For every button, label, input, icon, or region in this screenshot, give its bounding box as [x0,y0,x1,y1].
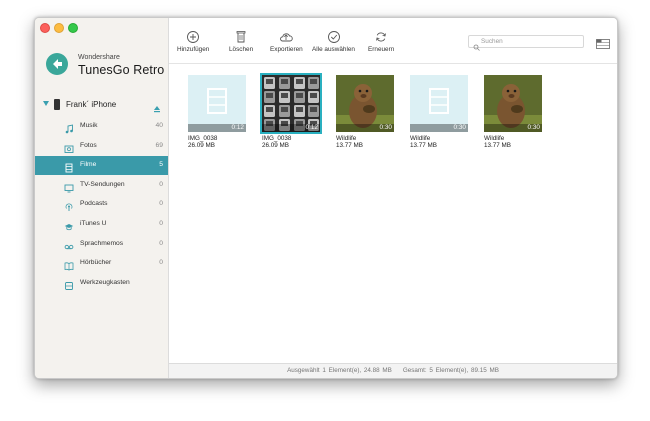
sidebar-item-count: 0 [159,200,163,208]
video-thumbnail[interactable]: 0:12 [188,75,246,132]
sidebar-item-count: 5 [159,161,163,169]
sidebar-item-count: 0 [159,259,163,267]
tunesgo-logo-icon [46,53,68,75]
sidebar-item-tv-sendungen[interactable]: TV-Sendungen 0 [35,176,168,195]
iphone-icon [54,99,60,110]
video-tile[interactable]: 0:30 Wildlife 13.77 MB [482,73,544,149]
sidebar-item-count: 69 [155,141,163,149]
voicemail-icon [64,239,74,249]
sidebar-item-count: 0 [159,180,163,188]
plus-circle-icon [186,30,200,44]
video-size: 26.09 MB [262,142,289,149]
sidebar: Wondershare TunesGo Retro Frank´ iPhone … [35,18,169,378]
video-thumbnail[interactable]: 0:30 [410,75,468,132]
cloud-upload-icon [279,30,294,44]
sidebar-item-musik[interactable]: Musik 40 [35,117,168,136]
sidebar-item-count: 0 [159,239,163,247]
eject-icon[interactable] [153,100,161,118]
sidebar-item-label: iTunes U [80,220,107,227]
delete-label: Löschen [229,46,254,53]
sidebar-item-label: Werkzeugkasten [80,278,130,286]
brand-name: TunesGo Retro [78,63,165,77]
music-note-icon [64,121,74,134]
window-controls [40,23,78,33]
status-total: Gesamt: 5 Element(e), 89.15 MB [402,367,499,374]
video-duration: 0:30 [527,124,540,131]
video-duration: 0:30 [379,124,392,131]
sidebar-item-count: 0 [159,220,163,227]
tv-icon [64,180,74,193]
sidebar-item-label: Sprachmemos [80,239,124,247]
expand-arrow-icon[interactable] [43,101,49,106]
search-icon [473,38,480,56]
file-grid: 0:12 IMG_0038 26.09 MB 0:12 IMG_0038 26.09 MB… [169,64,617,363]
graduation-cap-icon [64,219,74,231]
sidebar-item-label: Fotos [80,141,97,149]
video-name: IMG_0038 [262,135,292,142]
video-name: Wildlife [484,135,505,142]
status-selected: Ausgewählt 1 Element(e), 24.88 MB [287,367,392,374]
brand-vendor: Wondershare [78,54,120,61]
sidebar-item-label: TV-Sendungen [80,180,125,188]
sidebar-item-fotos[interactable]: Fotos 69 [35,137,168,156]
video-duration: 0:12 [231,124,244,131]
video-name: Wildlife [336,135,357,142]
refresh-icon [374,30,388,44]
language-flag-icon[interactable] [596,36,610,54]
export-button[interactable]: Exportieren [270,30,303,53]
sidebar-item-label: Filme [80,161,97,169]
search-input[interactable]: Suchen [468,35,584,51]
video-name: Wildlife [410,135,431,142]
book-icon [64,258,74,271]
select-all-button[interactable]: Alle auswählen [312,30,355,53]
sidebar-item-label: Hörbücher [80,259,112,267]
podcast-icon [64,199,74,212]
toolbox-icon [64,278,74,290]
checkmark-circle-icon [327,30,341,44]
add-label: Hinzufügen [177,46,210,53]
video-tile[interactable]: 0:30 Wildlife 13.77 MB [408,73,470,149]
sidebar-item-label: Podcasts [80,200,108,208]
delete-button[interactable]: Löschen [229,30,253,53]
select-all-label: Alle auswählen [312,46,355,53]
device-name: Frank´ iPhone [66,100,117,109]
status-bar: Ausgewählt 1 Element(e), 24.88 MB Gesamt… [169,363,617,378]
add-button[interactable]: Hinzufügen [177,30,209,53]
video-tile[interactable]: 0:30 Wildlife 13.77 MB [334,73,396,149]
video-size: 13.77 MB [410,142,437,149]
refresh-label: Erneuern [368,46,395,53]
video-tile[interactable]: 0:12 IMG_0038 26.09 MB [260,73,322,149]
video-size: 26.09 MB [188,142,215,149]
close-window-button[interactable] [40,23,50,33]
device-row[interactable]: Frank´ iPhone [35,98,168,113]
video-duration: 0:12 [305,124,318,131]
sidebar-item-werkzeugkasten[interactable]: Werkzeugkasten [35,274,168,293]
status-text: Ausgewählt 1 Element(e), 24.88 MB Gesamt… [169,367,617,374]
photo-icon [64,141,74,153]
video-tile[interactable]: 0:12 IMG_0038 26.09 MB [186,73,248,149]
zoom-window-button[interactable] [68,23,78,33]
sidebar-item-hörbücher[interactable]: Hörbücher 0 [35,254,168,273]
video-size: 13.77 MB [336,142,363,149]
sidebar-item-count: 40 [155,122,163,129]
film-icon [64,160,74,173]
video-name: IMG_0038 [188,135,218,142]
app-window: Wondershare TunesGo Retro Frank´ iPhone … [34,17,618,379]
video-duration: 0:30 [453,124,466,131]
video-thumbnail[interactable]: 0:30 [484,75,542,132]
video-thumbnail[interactable]: 0:12 [260,73,322,134]
trash-icon [234,30,248,44]
sidebar-item-sprachmemos[interactable]: Sprachmemos 0 [35,235,168,254]
sidebar-item-filme[interactable]: Filme 5 [35,156,168,176]
export-label: Exportieren [270,46,303,53]
minimize-window-button[interactable] [54,23,64,33]
sidebar-item-itunes-u[interactable]: iTunes U 0 [35,215,168,234]
video-thumbnail[interactable]: 0:30 [336,75,394,132]
search-placeholder: Suchen [481,38,503,45]
toolbar: Hinzufügen Löschen Exportieren Alle ausw… [169,18,617,64]
video-size: 13.77 MB [484,142,511,149]
sidebar-item-label: Musik [80,122,98,129]
sidebar-item-podcasts[interactable]: Podcasts 0 [35,195,168,214]
refresh-button[interactable]: Erneuern [368,30,394,53]
